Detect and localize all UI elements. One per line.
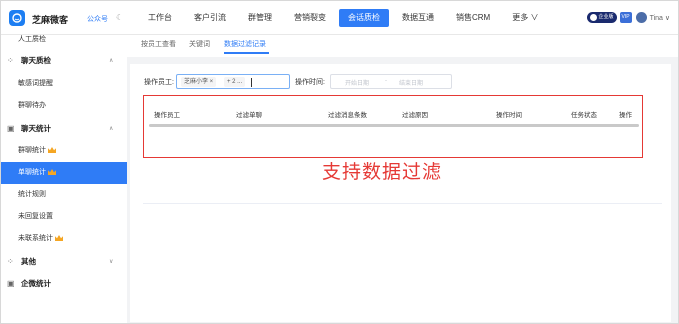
vip-badge[interactable]: VIP <box>619 12 632 23</box>
edition-dot-icon <box>589 14 597 21</box>
text-caret <box>251 78 252 87</box>
nav-item-marketing[interactable]: 营销裂变 <box>285 9 335 27</box>
sidebar-group-chat-inspection[interactable]: ⁘ 聊天质检 ∧ <box>1 50 127 72</box>
nav-item-group-management[interactable]: 群管理 <box>239 9 281 27</box>
sidebar-group-label: 其他 <box>21 257 36 266</box>
crown-icon <box>48 169 56 175</box>
sidebar-item-label: 敏感词提醒 <box>18 80 53 87</box>
col-actions: 操作 <box>619 112 632 119</box>
staff-select[interactable]: 芝麻小李 × + 2 ... <box>176 74 290 89</box>
crown-icon <box>55 235 63 241</box>
col-filtered-chat: 过滤单聊 <box>236 112 262 119</box>
sidebar-item-single-chat-stats[interactable]: 单聊统计 <box>1 162 127 184</box>
start-date-placeholder[interactable]: 开始日期 <box>345 78 369 87</box>
nav-item-customer-acquisition[interactable]: 客户引流 <box>185 9 235 27</box>
main-content: 按员工查看 关键词 数据过滤记录 操作员工: 芝麻小李 × + 2 ... 操作… <box>127 35 678 323</box>
sidebar-item-sensitive-words[interactable]: 敏感词提醒 <box>1 73 127 95</box>
user-area: 企业版 VIP Tina ∨ <box>586 12 670 23</box>
staff-tag[interactable]: 芝麻小李 × <box>181 77 217 87</box>
sidebar-item-no-reply-settings[interactable]: 未回复设置 <box>1 206 127 228</box>
chevron-up-icon: ∧ <box>109 58 114 64</box>
table-horizontal-scrollbar[interactable] <box>149 124 639 127</box>
nav-item-sales-crm[interactable]: 销售CRM <box>447 9 499 27</box>
staff-more-tag: + 2 ... <box>224 77 246 87</box>
table-highlight-box: 操作员工 过滤单聊 过滤消息条数 过滤原因 操作时间 任务状态 操作 <box>143 95 643 158</box>
sidebar-item-stats-rules[interactable]: 统计规则 <box>1 184 127 206</box>
col-filter-reason: 过滤原因 <box>402 112 428 119</box>
date-separator: - <box>385 78 387 84</box>
chevron-down-icon: ∨ <box>109 259 114 265</box>
end-date-placeholder[interactable]: 结束日期 <box>399 78 423 87</box>
tab-filter-records[interactable]: 数据过滤记录 <box>224 39 266 49</box>
sidebar: 人工质检 ⁘ 聊天质检 ∧ 敏感词提醒 群聊待办 ▣ 聊天统计 ∧ 群聊统计 单… <box>1 35 127 323</box>
sidebar-group-other[interactable]: ⁘ 其他 ∨ <box>1 251 127 273</box>
other-icon: ⁘ <box>7 257 14 266</box>
sidebar-item-label: 未回复设置 <box>18 213 53 220</box>
staff-filter-label: 操作员工: <box>144 79 174 86</box>
sidebar-group-label: 聊天质检 <box>21 56 51 65</box>
nav-item-more[interactable]: 更多 ∨ <box>503 9 547 27</box>
sidebar-item-label: 单聊统计 <box>18 169 46 176</box>
wecom-stats-icon: ▣ <box>7 279 15 288</box>
theme-toggle-icon[interactable]: ☾ <box>116 13 123 22</box>
sidebar-group-label: 聊天统计 <box>21 124 51 133</box>
feature-overlay-text: 支持数据过滤 <box>322 162 443 183</box>
official-account-link[interactable]: 公众号 <box>87 14 108 24</box>
nav-item-data-sync[interactable]: 数据互通 <box>393 9 443 27</box>
sidebar-item-label: 群聊统计 <box>18 147 46 154</box>
sidebar-item-label: 群聊待办 <box>18 102 46 109</box>
sidebar-group-wecom-stats[interactable]: ▣ 企微统计 <box>1 273 127 295</box>
time-filter-label: 操作时间: <box>295 79 325 86</box>
user-name-menu[interactable]: Tina ∨ <box>650 14 670 22</box>
edition-label: 企业版 <box>598 14 614 20</box>
tab-by-staff[interactable]: 按员工查看 <box>141 39 176 49</box>
stats-icon: ▣ <box>7 124 15 133</box>
chevron-up-icon: ∧ <box>109 126 114 132</box>
filter-records-card: 操作员工: 芝麻小李 × + 2 ... 操作时间: 开始日期 - 结束日期 操… <box>130 64 671 322</box>
sidebar-item-label: 人工质检 <box>18 36 46 43</box>
sidebar-item-group-todo[interactable]: 群聊待办 <box>1 95 127 117</box>
avatar[interactable] <box>635 12 647 23</box>
active-tab-indicator <box>224 52 269 54</box>
sidebar-item-manual-inspection[interactable]: 人工质检 <box>1 29 127 51</box>
edition-badge[interactable]: 企业版 <box>586 12 617 23</box>
col-operator: 操作员工 <box>154 112 180 119</box>
col-filtered-count: 过滤消息条数 <box>328 112 367 119</box>
chat-inspect-icon: ⁘ <box>7 56 14 65</box>
tab-bar: 按员工查看 关键词 数据过滤记录 <box>127 35 678 57</box>
date-range-picker[interactable]: 开始日期 - 结束日期 <box>330 74 452 89</box>
col-operation-time: 操作时间 <box>496 112 522 119</box>
sidebar-group-label: 企微统计 <box>21 279 51 288</box>
sidebar-item-group-chat-stats[interactable]: 群聊统计 <box>1 140 127 162</box>
sidebar-group-chat-stats[interactable]: ▣ 聊天统计 ∧ <box>1 118 127 140</box>
main-nav: 工作台 客户引流 群管理 营销裂变 会话质检 数据互通 销售CRM 更多 ∨ <box>139 9 551 27</box>
tab-keywords[interactable]: 关键词 <box>189 39 210 49</box>
nav-item-session-inspection[interactable]: 会话质检 <box>339 9 389 27</box>
table-bottom-divider <box>143 203 662 204</box>
nav-item-workbench[interactable]: 工作台 <box>139 9 181 27</box>
sidebar-item-label: 未联系统计 <box>18 235 53 242</box>
sidebar-item-uncontacted-stats[interactable]: 未联系统计 <box>1 228 127 250</box>
crown-icon <box>48 147 56 153</box>
col-task-status: 任务状态 <box>571 112 597 119</box>
brand-name: 芝麻微客 <box>32 15 69 25</box>
sidebar-item-label: 统计规则 <box>18 191 46 198</box>
app-logo-icon[interactable] <box>9 10 25 26</box>
